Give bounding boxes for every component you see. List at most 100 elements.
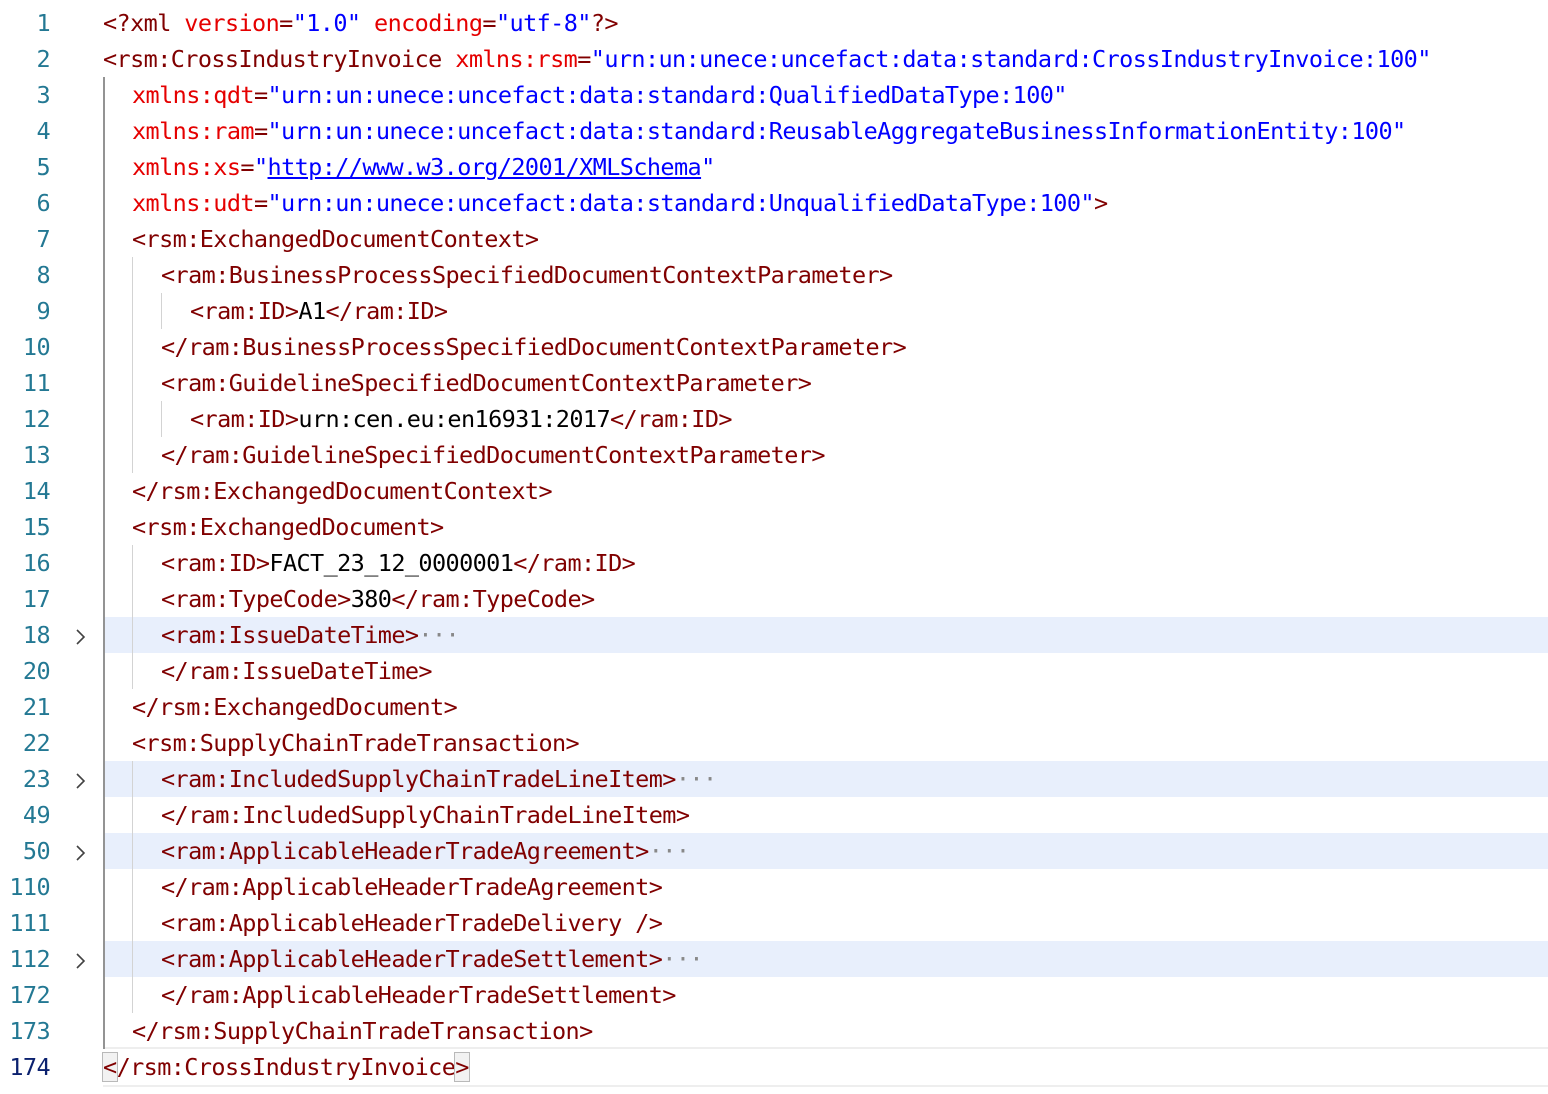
code-line[interactable]: 174 </rsm:CrossIndustryInvoice> (0, 1047, 1548, 1087)
fold-ellipsis[interactable]: ··· (662, 945, 703, 973)
code-text[interactable]: </rsm:CrossIndustryInvoice> (102, 1052, 470, 1082)
code-token: <?xml (103, 9, 185, 37)
code-token: "urn:un:unece:uncefact:data:standard:Reu… (267, 117, 1407, 145)
code-text[interactable]: </ram:IssueDateTime> (161, 656, 433, 686)
code-text[interactable]: <ram:TypeCode>380</ram:TypeCode> (161, 584, 595, 614)
code-text[interactable]: <ram:ApplicableHeaderTradeDelivery /> (161, 908, 663, 938)
line-number: 9 (36, 297, 50, 325)
code-line[interactable]: 2 <rsm:CrossIndustryInvoice xmlns:rsm="ur… (0, 41, 1548, 77)
code-token: <rsm:ExchangedDocument> (132, 513, 444, 541)
code-text[interactable]: <rsm:CrossIndustryInvoice xmlns:rsm="urn… (103, 44, 1431, 74)
code-line[interactable]: 23 <ram:IncludedSupplyChainTradeLineItem>… (0, 761, 1548, 797)
chevron-right-icon[interactable] (70, 841, 90, 861)
code-text[interactable]: </rsm:SupplyChainTradeTransaction> (132, 1016, 593, 1046)
line-number: 21 (22, 693, 51, 721)
chevron-right-icon[interactable] (70, 949, 90, 969)
chevron-right-icon[interactable] (70, 625, 90, 645)
code-line[interactable]: 13 </ram:GuidelineSpecifiedDocumentContex… (0, 437, 1548, 473)
code-text[interactable]: </ram:ApplicableHeaderTradeAgreement> (161, 872, 663, 902)
code-text[interactable]: </rsm:ExchangedDocument> (132, 692, 458, 722)
code-text[interactable]: <?xml version="1.0" encoding="utf-8"?> (103, 8, 619, 38)
code-line[interactable]: 110 </ram:ApplicableHeaderTradeAgreement> (0, 869, 1548, 905)
line-number: 173 (9, 1017, 50, 1045)
code-text[interactable]: <rsm:SupplyChainTradeTransaction> (132, 728, 580, 758)
code-line[interactable]: 4 xmlns:ram="urn:un:unece:uncefact:data:s… (0, 113, 1548, 149)
code-line[interactable]: 21 </rsm:ExchangedDocument> (0, 689, 1548, 725)
code-token: <ram:ID> (190, 405, 299, 433)
code-text[interactable]: </ram:ApplicableHeaderTradeSettlement> (161, 980, 676, 1010)
xml-code-editor[interactable]: 1 <?xml version="1.0" encoding="utf-8"?> 2… (0, 0, 1548, 1094)
code-line[interactable]: 10 </ram:BusinessProcessSpecifiedDocument… (0, 329, 1548, 365)
code-line[interactable]: 173 </rsm:SupplyChainTradeTransaction> (0, 1013, 1548, 1049)
code-token: < (102, 1052, 118, 1082)
code-text[interactable]: xmlns:ram="urn:un:unece:uncefact:data:st… (132, 116, 1406, 146)
code-line[interactable]: 15 <rsm:ExchangedDocument> (0, 509, 1548, 545)
line-number: 4 (36, 117, 50, 145)
code-text[interactable]: <ram:IssueDateTime>··· (161, 620, 460, 650)
code-token: </ram:TypeCode> (391, 585, 595, 613)
indent-guide (161, 401, 162, 437)
code-token: /rsm:CrossIndustryInvoice (116, 1053, 456, 1081)
code-line[interactable]: 50 <ram:ApplicableHeaderTradeAgreement>··… (0, 833, 1548, 869)
code-token: "urn:un:unece:uncefact:data:standard:Cro… (590, 45, 1432, 73)
code-text[interactable]: </rsm:ExchangedDocumentContext> (132, 476, 553, 506)
code-line[interactable]: 11 <ram:GuidelineSpecifiedDocumentContext… (0, 365, 1548, 401)
code-text[interactable]: <ram:ID>A1</ram:ID> (190, 296, 448, 326)
code-link[interactable]: http://www.w3.org/2001/XMLSchema (268, 153, 702, 181)
fold-ellipsis[interactable]: ··· (676, 765, 717, 793)
code-line[interactable]: 14 </rsm:ExchangedDocumentContext> (0, 473, 1548, 509)
code-line[interactable]: 18 <ram:IssueDateTime>··· (0, 617, 1548, 653)
code-text[interactable]: <ram:IncludedSupplyChainTradeLineItem>··… (161, 764, 717, 794)
line-number: 6 (36, 189, 50, 217)
code-text[interactable]: </ram:BusinessProcessSpecifiedDocumentCo… (161, 332, 907, 362)
code-token: </rsm:ExchangedDocument> (132, 693, 458, 721)
line-number: 14 (22, 477, 51, 505)
line-number: 5 (36, 153, 50, 181)
code-token: <ram:ID> (190, 297, 299, 325)
code-line[interactable]: 5 xmlns:xs="http://www.w3.org/2001/XMLSch… (0, 149, 1548, 185)
code-line[interactable]: 16 <ram:ID>FACT_23_12_0000001</ram:ID> (0, 545, 1548, 581)
code-text[interactable]: xmlns:xs="http://www.w3.org/2001/XMLSche… (132, 152, 715, 182)
code-text[interactable]: <ram:ApplicableHeaderTradeSettlement>··· (161, 944, 704, 974)
line-number: 17 (22, 585, 51, 613)
line-number: 110 (9, 873, 50, 901)
code-token: </ram:ApplicableHeaderTradeSettlement> (161, 981, 676, 1009)
code-token: = (577, 45, 591, 73)
code-text[interactable]: <rsm:ExchangedDocumentContext> (132, 224, 539, 254)
code-line[interactable]: 22 <rsm:SupplyChainTradeTransaction> (0, 725, 1548, 761)
code-text[interactable]: </ram:IncludedSupplyChainTradeLineItem> (161, 800, 690, 830)
code-line[interactable]: 49 </ram:IncludedSupplyChainTradeLineItem… (0, 797, 1548, 833)
code-line[interactable]: 172 </ram:ApplicableHeaderTradeSettlement… (0, 977, 1548, 1013)
code-line[interactable]: 1 <?xml version="1.0" encoding="utf-8"?> (0, 5, 1548, 41)
code-line[interactable]: 111 <ram:ApplicableHeaderTradeDelivery /> (0, 905, 1548, 941)
code-line[interactable]: 17 <ram:TypeCode>380</ram:TypeCode> (0, 581, 1548, 617)
code-token: FACT_23_12_0000001 (269, 549, 514, 577)
code-text[interactable]: xmlns:udt="urn:un:unece:uncefact:data:st… (132, 188, 1108, 218)
code-line[interactable]: 12 <ram:ID>urn:cen.eu:en16931:2017</ram:I… (0, 401, 1548, 437)
fold-ellipsis[interactable]: ··· (418, 621, 459, 649)
code-line[interactable]: 8 <ram:BusinessProcessSpecifiedDocumentCo… (0, 257, 1548, 293)
code-text[interactable]: <ram:ID>FACT_23_12_0000001</ram:ID> (161, 548, 636, 578)
code-text[interactable]: xmlns:qdt="urn:un:unece:uncefact:data:st… (132, 80, 1067, 110)
code-token: <rsm:CrossIndustryInvoice (103, 45, 456, 73)
code-token: > (454, 1052, 470, 1082)
code-text[interactable]: <ram:ID>urn:cen.eu:en16931:2017</ram:ID> (190, 404, 733, 434)
code-token: <rsm:ExchangedDocumentContext> (132, 225, 539, 253)
code-text[interactable]: <rsm:ExchangedDocument> (132, 512, 444, 542)
code-text[interactable]: <ram:BusinessProcessSpecifiedDocumentCon… (161, 260, 893, 290)
line-number: 20 (22, 657, 51, 685)
code-token: </ram:IncludedSupplyChainTradeLineItem> (161, 801, 690, 829)
code-line[interactable]: 9 <ram:ID>A1</ram:ID> (0, 293, 1548, 329)
code-line[interactable]: 6 xmlns:udt="urn:un:unece:uncefact:data:s… (0, 185, 1548, 221)
code-text[interactable]: <ram:ApplicableHeaderTradeAgreement>··· (161, 836, 690, 866)
code-line[interactable]: 20 </ram:IssueDateTime> (0, 653, 1548, 689)
chevron-right-icon[interactable] (70, 769, 90, 789)
code-line[interactable]: 7 <rsm:ExchangedDocumentContext> (0, 221, 1548, 257)
code-line[interactable]: 112 <ram:ApplicableHeaderTradeSettlement>… (0, 941, 1548, 977)
line-number: 18 (22, 621, 51, 649)
code-line[interactable]: 3 xmlns:qdt="urn:un:unece:uncefact:data:s… (0, 77, 1548, 113)
code-token: "urn:un:unece:uncefact:data:standard:Unq… (267, 189, 1095, 217)
code-text[interactable]: </ram:GuidelineSpecifiedDocumentContextP… (161, 440, 825, 470)
fold-ellipsis[interactable]: ··· (649, 837, 690, 865)
code-text[interactable]: <ram:GuidelineSpecifiedDocumentContextPa… (161, 368, 812, 398)
